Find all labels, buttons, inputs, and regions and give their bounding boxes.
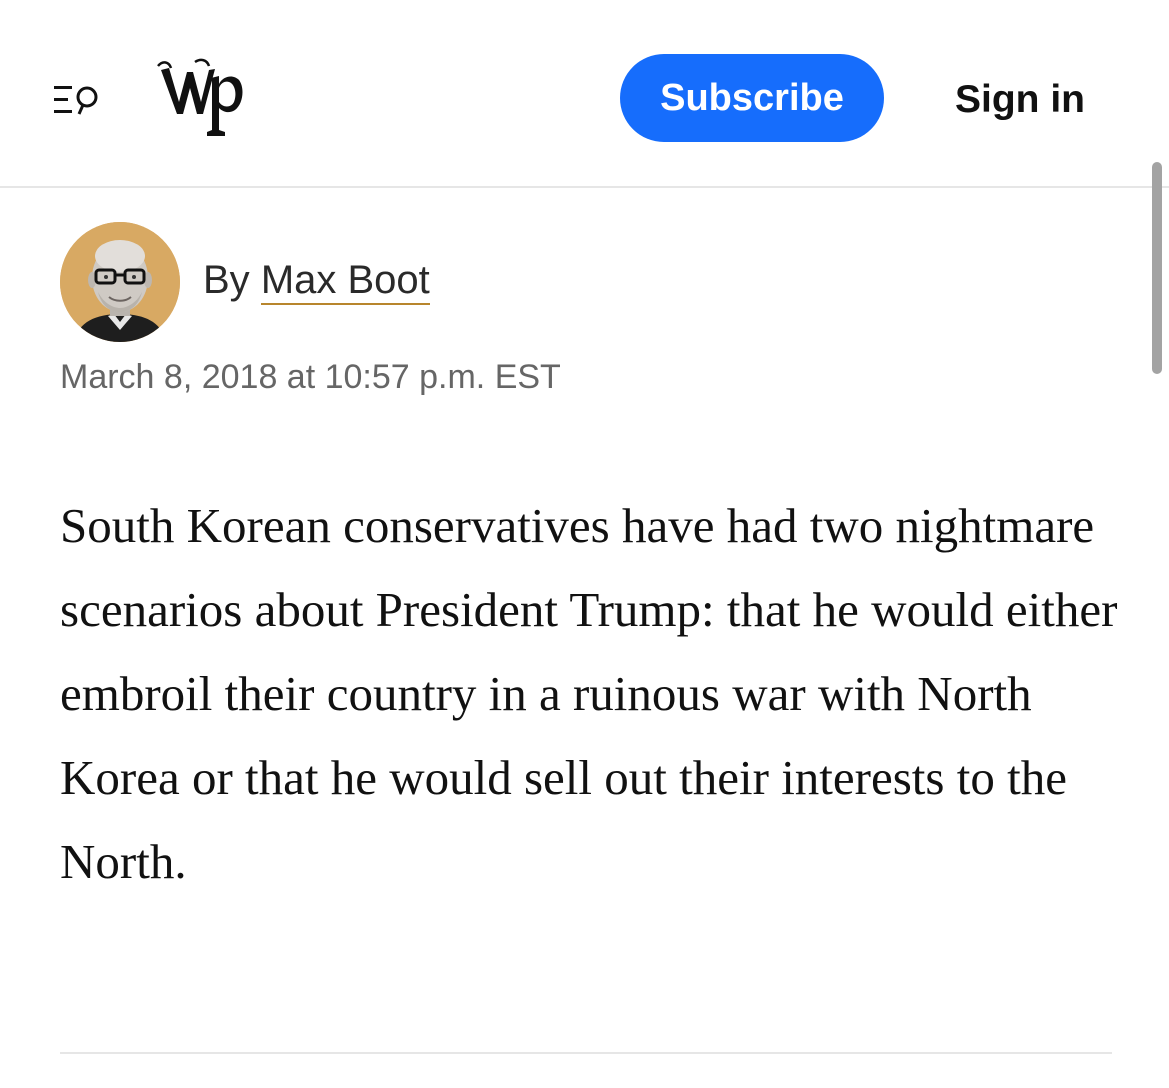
subscribe-button[interactable]: Subscribe bbox=[620, 54, 884, 142]
article-lede: South Korean conservatives have had two … bbox=[60, 498, 1118, 889]
logo-icon bbox=[157, 58, 243, 136]
washington-post-logo[interactable] bbox=[155, 58, 245, 138]
author-portrait-icon bbox=[60, 222, 180, 342]
byline-prefix: By bbox=[203, 258, 250, 302]
byline: By Max Boot bbox=[203, 258, 430, 305]
menu-search-button[interactable] bbox=[52, 80, 102, 120]
publish-timestamp: March 8, 2018 at 10:57 p.m. EST bbox=[60, 358, 561, 396]
author-avatar[interactable] bbox=[60, 222, 180, 342]
author-link[interactable]: Max Boot bbox=[260, 258, 430, 305]
menu-search-icon bbox=[54, 86, 98, 115]
section-divider bbox=[60, 1052, 1112, 1054]
sign-in-button[interactable]: Sign in bbox=[940, 70, 1100, 130]
site-header: Subscribe Sign in bbox=[0, 0, 1169, 188]
scrollbar-thumb[interactable] bbox=[1152, 162, 1162, 374]
